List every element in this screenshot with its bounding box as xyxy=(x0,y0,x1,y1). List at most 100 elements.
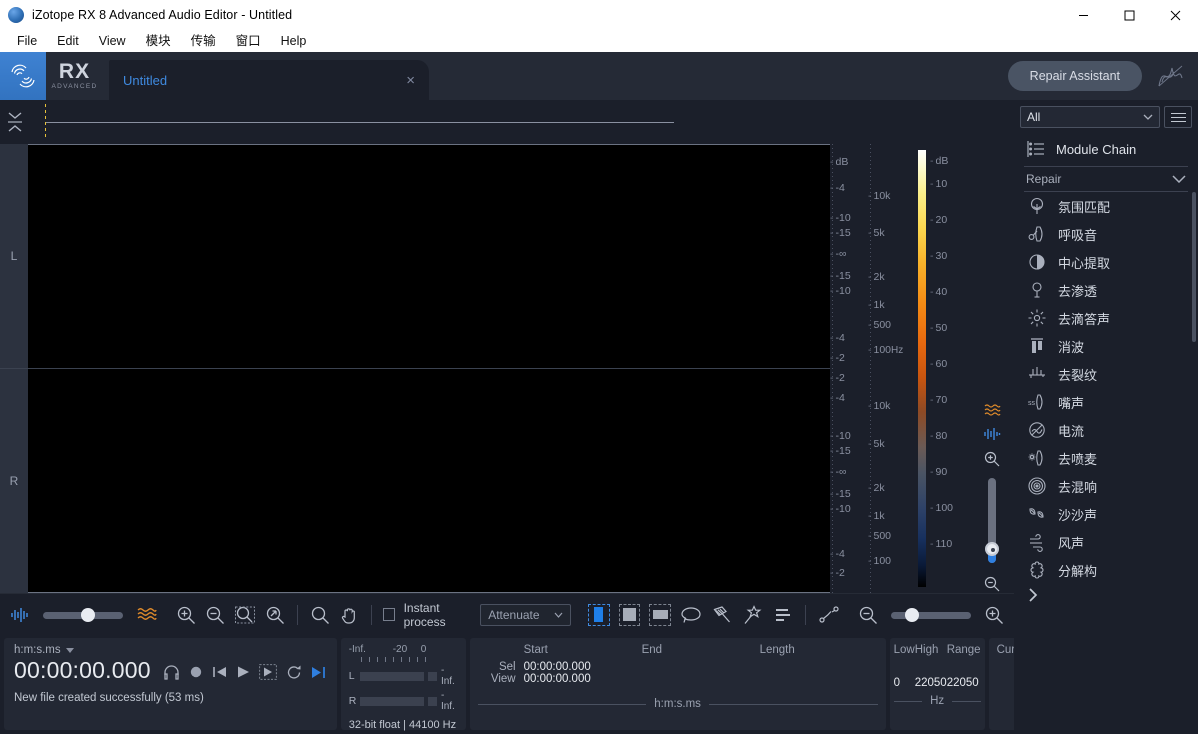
spectrogram-view-icon[interactable] xyxy=(983,402,1001,418)
vertical-zoom-out-icon[interactable] xyxy=(983,575,1001,593)
rectangle-selection-tool[interactable] xyxy=(619,604,641,626)
play-button-icon[interactable] xyxy=(236,665,250,679)
instant-process-checkbox[interactable] xyxy=(383,608,394,621)
magnify-icon[interactable] xyxy=(310,603,330,627)
playhead-marker[interactable] xyxy=(45,104,46,140)
selection-sel-length[interactable] xyxy=(760,661,878,673)
spectrogram-canvas-left[interactable] xyxy=(28,144,830,368)
module-item-center-extract[interactable]: 中心提取 xyxy=(1014,248,1198,276)
frequency-selection-tool[interactable] xyxy=(649,604,671,626)
module-item-de-ess[interactable]: ss 嘴声 xyxy=(1014,388,1198,416)
channel-label-right[interactable]: R xyxy=(0,369,28,593)
selection-view-length[interactable] xyxy=(760,673,878,685)
timecode-unit-selector[interactable]: h:m:s.ms xyxy=(14,644,327,656)
hamburger-menu-icon[interactable] xyxy=(1164,106,1192,128)
loop-button-icon[interactable] xyxy=(286,665,302,680)
lasso-tool-icon[interactable] xyxy=(680,603,702,627)
pen-tool-icon[interactable] xyxy=(818,603,840,627)
module-filter-dropdown[interactable]: All xyxy=(1020,106,1160,128)
process-mode-dropdown[interactable]: Attenuate xyxy=(480,604,570,626)
menu-item-view[interactable]: View xyxy=(90,31,135,51)
spectrogram-icon[interactable] xyxy=(136,603,158,627)
waveform-spectrogram-blend-slider[interactable] xyxy=(43,608,123,622)
zoom-to-selection-icon[interactable] xyxy=(234,603,256,627)
zoom-out-icon[interactable] xyxy=(205,603,225,627)
play-to-end-icon[interactable] xyxy=(311,665,327,680)
menu-item-modules[interactable]: 模块 xyxy=(137,31,180,51)
document-tab[interactable]: Untitled × xyxy=(109,60,429,100)
close-button[interactable] xyxy=(1152,0,1198,30)
magic-wand-tool-icon[interactable] xyxy=(742,603,764,627)
record-button-icon[interactable] xyxy=(189,665,203,679)
go-to-start-icon[interactable] xyxy=(212,665,227,679)
vertical-zoom-slider[interactable] xyxy=(985,478,999,563)
zoom-in-icon[interactable] xyxy=(176,603,196,627)
hzoom-slider-knob[interactable] xyxy=(905,608,919,622)
frequency-value-range[interactable]: 22050 xyxy=(947,661,981,689)
module-item-label: 氛围匹配 xyxy=(1058,197,1110,216)
selection-sel-start[interactable]: 00:00:00.000 xyxy=(524,661,642,673)
maximize-button[interactable] xyxy=(1106,0,1152,30)
module-item-de-hum[interactable]: 电流 xyxy=(1014,416,1198,444)
harmonic-selection-tool-icon[interactable] xyxy=(773,603,793,627)
vertical-zoom-in-icon[interactable] xyxy=(983,450,1001,468)
ruler-body[interactable] xyxy=(30,100,1014,144)
module-item-de-rustle[interactable]: 沙沙声 xyxy=(1014,500,1198,528)
menu-item-help[interactable]: Help xyxy=(272,31,316,51)
blend-slider-knob[interactable] xyxy=(81,608,95,622)
selection-view-end[interactable] xyxy=(642,673,760,685)
timecode-display[interactable]: 00:00:00.000 xyxy=(14,657,151,684)
tab-close-icon[interactable]: × xyxy=(406,73,415,88)
zoom-fit-icon[interactable] xyxy=(265,603,285,627)
frequency-value-low[interactable]: 0 xyxy=(894,661,915,689)
module-item-de-crackle[interactable]: 去裂纹 xyxy=(1014,360,1198,388)
menu-item-file[interactable]: File xyxy=(8,31,46,51)
timeline-ruler[interactable] xyxy=(0,100,1014,144)
channel-lane-left[interactable]: L xyxy=(0,144,830,368)
channel-label-left[interactable]: L xyxy=(0,144,28,368)
monitor-headphones-icon[interactable] xyxy=(163,665,180,680)
repair-assistant-button[interactable]: Repair Assistant xyxy=(1008,61,1142,91)
module-item-ambience-match[interactable]: 氛围匹配 xyxy=(1014,192,1198,220)
spectrogram-canvas-right[interactable] xyxy=(28,369,830,593)
module-item-de-click[interactable]: 去滴答声 xyxy=(1014,304,1198,332)
module-item-de-clip[interactable]: 消波 xyxy=(1014,332,1198,360)
module-list-expand-icon[interactable] xyxy=(1014,584,1198,606)
module-item-deconstruct[interactable]: 分解构 xyxy=(1014,556,1198,584)
frequency-scale: -10k -5k -2k -1k -500 -100Hz -10k -5k -2… xyxy=(868,144,914,593)
menu-item-edit[interactable]: Edit xyxy=(48,31,88,51)
meter-clip-right[interactable] xyxy=(428,697,437,706)
module-chain-row[interactable]: Module Chain xyxy=(1014,134,1198,166)
waveform-icon[interactable] xyxy=(10,603,30,627)
collapse-toggle-icon[interactable] xyxy=(0,100,30,144)
module-item-de-bleed[interactable]: 去渗透 xyxy=(1014,276,1198,304)
play-selection-icon[interactable] xyxy=(259,664,277,680)
selection-header-start: Start xyxy=(524,644,642,661)
module-list-scrollbar[interactable] xyxy=(1192,192,1196,342)
selection-sel-end[interactable] xyxy=(642,661,760,673)
horizontal-zoom-in-icon[interactable] xyxy=(984,603,1004,627)
menu-item-window[interactable]: 窗口 xyxy=(227,31,270,51)
meter-clip-left[interactable] xyxy=(428,672,437,681)
frequency-value-high[interactable]: 22050 xyxy=(915,661,947,689)
vertical-slider-knob[interactable] xyxy=(985,542,999,556)
time-selection-tool[interactable] xyxy=(588,604,610,626)
module-item-de-reverb[interactable]: 去混响 xyxy=(1014,472,1198,500)
module-group-repair[interactable]: Repair xyxy=(1014,167,1198,191)
waveform-view-icon[interactable] xyxy=(983,426,1001,442)
horizontal-zoom-slider[interactable] xyxy=(891,608,971,622)
vertical-zoom-tools xyxy=(970,144,1014,593)
module-item-de-wind[interactable]: 风声 xyxy=(1014,528,1198,556)
horizontal-zoom-out-icon[interactable] xyxy=(858,603,878,627)
colorbar-title: dB xyxy=(936,155,949,167)
assistant-waveform-icon[interactable] xyxy=(1154,60,1186,92)
hand-icon[interactable] xyxy=(339,603,359,627)
menu-item-transport[interactable]: 传输 xyxy=(182,31,225,51)
channel-lane-right[interactable]: R xyxy=(0,368,830,593)
module-item-de-plosive[interactable]: 去喷麦 xyxy=(1014,444,1198,472)
hz-tick: 100 xyxy=(874,344,892,356)
module-item-breath-control[interactable]: 呼吸音 xyxy=(1014,220,1198,248)
selection-view-start[interactable]: 00:00:00.000 xyxy=(524,673,642,685)
brush-tool-icon[interactable] xyxy=(711,603,733,627)
minimize-button[interactable] xyxy=(1060,0,1106,30)
